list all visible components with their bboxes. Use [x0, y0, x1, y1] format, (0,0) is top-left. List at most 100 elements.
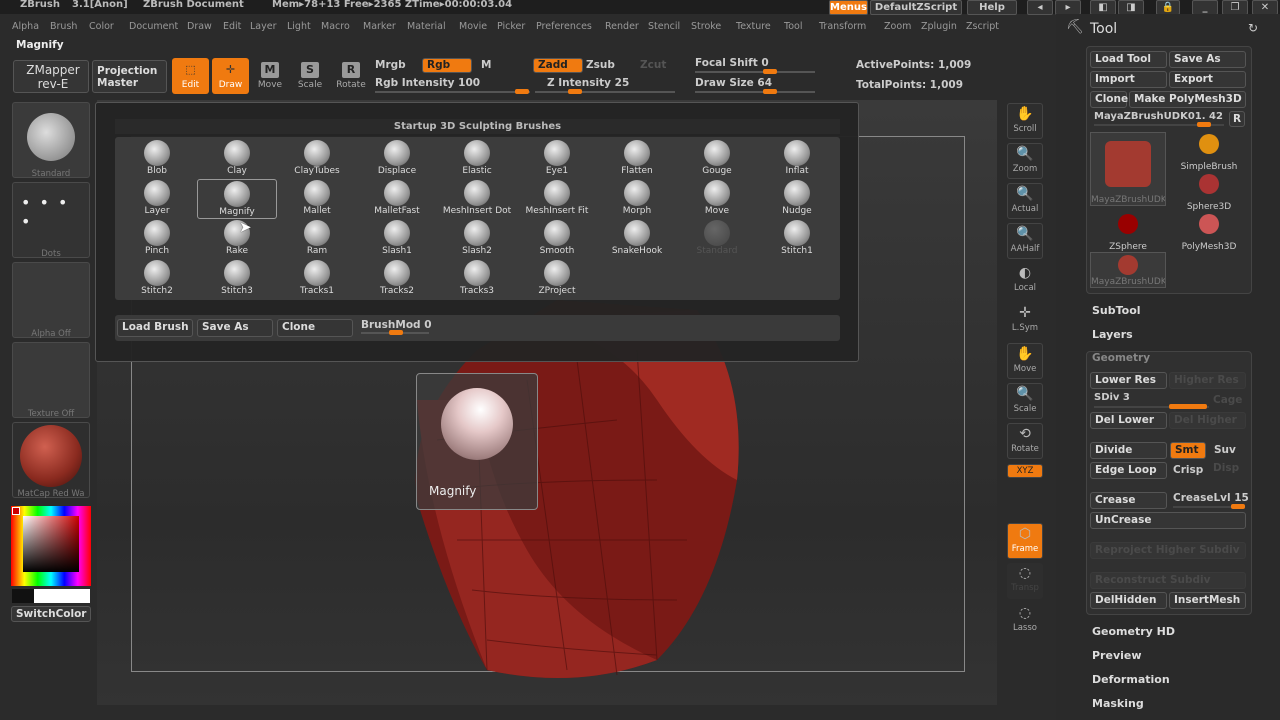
menu-texture[interactable]: Texture — [736, 21, 771, 32]
brush-meshinsert-dot[interactable]: MeshInsert Dot — [437, 179, 517, 219]
texture-selector[interactable] — [12, 342, 90, 418]
tool-thumb-simplebrush[interactable]: SimpleBrush — [1170, 132, 1248, 172]
reconstruct-subdiv-button[interactable]: Reconstruct Subdiv — [1090, 572, 1246, 589]
lower-res-button[interactable]: Lower Res — [1090, 372, 1167, 389]
menu-color[interactable]: Color — [89, 21, 114, 32]
subtool-section[interactable]: SubTool — [1092, 304, 1141, 317]
del-higher-button[interactable]: Del Higher — [1169, 412, 1246, 429]
make-polymesh3d-button[interactable]: Make PolyMesh3D — [1129, 91, 1246, 108]
menu-brush[interactable]: Brush — [50, 21, 77, 32]
mrgb-toggle[interactable]: Mrgb — [375, 59, 406, 71]
menu-marker[interactable]: Marker — [363, 21, 396, 32]
brush-standard[interactable]: Standard — [677, 219, 757, 259]
reproject-higher-subdiv-button[interactable]: Reproject Higher Subdiv — [1090, 542, 1246, 559]
tool-thumb-mayazbrushudk0[interactable]: MayaZBrushUDK0 — [1090, 252, 1166, 288]
brush-snakehook[interactable]: SnakeHook — [597, 219, 677, 259]
clone-brush-button[interactable]: Clone — [277, 319, 353, 337]
minimize-icon[interactable]: _ — [1192, 0, 1218, 15]
insertmesh-button[interactable]: InsertMesh — [1169, 592, 1246, 609]
import-button[interactable]: Import — [1090, 71, 1167, 88]
menu-zplugin[interactable]: Zplugin — [921, 21, 957, 32]
projection-master-button[interactable]: Projection Master — [92, 60, 167, 93]
brush-slash1[interactable]: Slash1 — [357, 219, 437, 259]
scroll-right-icon[interactable]: ▸ — [1055, 0, 1081, 15]
delhidden-button[interactable]: DelHidden — [1090, 592, 1167, 609]
brush-morph[interactable]: Morph — [597, 179, 677, 219]
brush-move[interactable]: Move — [677, 179, 757, 219]
menu-light[interactable]: Light — [287, 21, 311, 32]
actual-button[interactable]: 🔍 Actual — [1007, 183, 1043, 219]
suv-toggle[interactable]: Suv — [1214, 444, 1236, 456]
brush-nudge[interactable]: Nudge — [757, 179, 837, 219]
brush-rake[interactable]: Rake — [197, 219, 277, 259]
crisp-toggle[interactable]: Crisp — [1173, 464, 1203, 476]
rgb-intensity-slider[interactable] — [375, 89, 530, 94]
menu-zscript[interactable]: Zscript — [966, 21, 999, 32]
scroll-button[interactable]: ✋ Scroll — [1007, 103, 1043, 139]
brush-meshinsert-fit[interactable]: MeshInsert Fit — [517, 179, 597, 219]
geometry-hd-section[interactable]: Geometry HD — [1092, 625, 1175, 638]
export-button[interactable]: Export — [1169, 71, 1246, 88]
tool-thumb-zsphere[interactable]: ZSphere — [1090, 212, 1166, 252]
secondary-color-swatch[interactable] — [12, 589, 90, 603]
brush-tracks1[interactable]: Tracks1 — [277, 259, 357, 299]
brush-claytubes[interactable]: ClayTubes — [277, 139, 357, 179]
brushmod-slider[interactable] — [361, 330, 429, 335]
zadd-toggle[interactable]: Zadd — [533, 58, 583, 73]
brush-blob[interactable]: Blob — [117, 139, 197, 179]
close-icon[interactable]: ✕ — [1252, 0, 1278, 15]
zcut-toggle[interactable]: Zcut — [640, 59, 666, 71]
menu-alpha[interactable]: Alpha — [12, 21, 39, 32]
help-button[interactable]: Help — [967, 0, 1017, 15]
load-brush-button[interactable]: Load Brush — [117, 319, 193, 337]
crease-button[interactable]: Crease — [1090, 492, 1167, 509]
layout-prev-icon[interactable]: ◧ — [1090, 0, 1116, 15]
save-as-tool-button[interactable]: Save As — [1169, 51, 1246, 68]
del-lower-button[interactable]: Del Lower — [1090, 412, 1167, 429]
material-selector[interactable] — [12, 422, 90, 498]
brush-pinch[interactable]: Pinch — [117, 219, 197, 259]
menu-stroke[interactable]: Stroke — [691, 21, 721, 32]
tool-thumb-mayazbrushudk0[interactable]: MayaZBrushUDK0 — [1090, 132, 1166, 206]
clone-tool-button[interactable]: Clone — [1090, 91, 1128, 108]
tool-thumb-sphere3d[interactable]: Sphere3D — [1170, 172, 1248, 212]
rgb-toggle[interactable]: Rgb — [422, 58, 472, 73]
focal-shift-slider[interactable] — [695, 69, 815, 74]
brush-layer[interactable]: Layer — [117, 179, 197, 219]
slider-knob[interactable] — [1169, 404, 1207, 409]
crease-level-slider[interactable] — [1173, 504, 1245, 509]
lsym-button[interactable]: ✛ L.Sym — [1007, 303, 1043, 339]
brush-mallet[interactable]: Mallet — [277, 179, 357, 219]
brush-eye1[interactable]: Eye1 — [517, 139, 597, 179]
slider-knob[interactable] — [389, 330, 403, 335]
brush-inflat[interactable]: Inflat — [757, 139, 837, 179]
brush-displace[interactable]: Displace — [357, 139, 437, 179]
brush-zproject[interactable]: ZProject — [517, 259, 597, 299]
edit-button[interactable]: ⬚ Edit — [172, 58, 209, 94]
brush-stitch3[interactable]: Stitch3 — [197, 259, 277, 299]
divide-button[interactable]: Divide — [1090, 442, 1167, 459]
masking-section[interactable]: Masking — [1092, 697, 1144, 710]
menu-document[interactable]: Document — [129, 21, 178, 32]
brush-malletfast[interactable]: MalletFast — [357, 179, 437, 219]
scroll-left-icon[interactable]: ◂ — [1027, 0, 1053, 15]
brush-magnify[interactable]: Magnify — [197, 179, 277, 219]
menus-button[interactable]: Menus — [829, 0, 868, 15]
slider-knob[interactable] — [763, 69, 777, 74]
draw-size-slider[interactable] — [695, 89, 815, 94]
r-button[interactable]: R — [1229, 111, 1245, 127]
brush-tracks2[interactable]: Tracks2 — [357, 259, 437, 299]
brush-elastic[interactable]: Elastic — [437, 139, 517, 179]
slider-knob[interactable] — [515, 89, 529, 94]
menu-stencil[interactable]: Stencil — [648, 21, 680, 32]
slider-knob[interactable] — [1231, 504, 1245, 509]
tool-thumb-polymesh3d[interactable]: PolyMesh3D — [1170, 212, 1248, 252]
switch-color-button[interactable]: SwitchColor — [11, 606, 91, 622]
sdiv-slider[interactable] — [1094, 404, 1209, 409]
menu-movie[interactable]: Movie — [459, 21, 487, 32]
menu-tool[interactable]: Tool — [784, 21, 802, 32]
uncrease-button[interactable]: UnCrease — [1090, 512, 1246, 529]
edge-loop-button[interactable]: Edge Loop — [1090, 462, 1167, 479]
main-color-swatch[interactable] — [12, 507, 20, 515]
tool-slider[interactable] — [1094, 122, 1224, 127]
